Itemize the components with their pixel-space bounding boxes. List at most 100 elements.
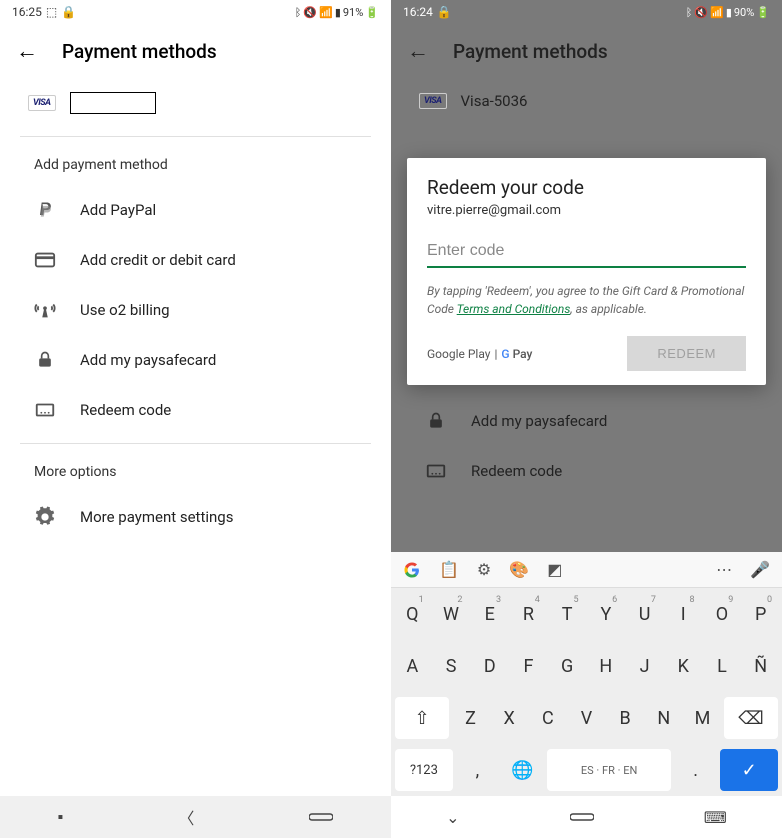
key-n[interactable]: N (647, 697, 682, 739)
key-f[interactable]: F (511, 645, 546, 687)
period-key[interactable]: . (675, 749, 716, 791)
dialog-title: Redeem your code (427, 176, 746, 199)
wifi-icon: 📶 (319, 6, 333, 19)
key-h[interactable]: H (589, 645, 624, 687)
add-paysafecard-item[interactable]: Add my paysafecard (0, 335, 391, 385)
antenna-icon (34, 299, 56, 321)
mute-icon: 🔇 (694, 6, 708, 19)
divider (20, 136, 371, 137)
list-label: Use o2 billing (80, 301, 170, 319)
key-t[interactable]: T5 (550, 593, 585, 635)
key-j[interactable]: J (627, 645, 662, 687)
nav-back-icon[interactable]: 〈 (178, 805, 194, 829)
status-time: 16:24 (403, 5, 433, 19)
nav-bar: ▪ 〈 (0, 796, 391, 838)
more-icon[interactable]: ⋯ (716, 560, 732, 579)
globe-key[interactable]: 🌐 (502, 749, 543, 791)
visa-card-row[interactable]: VISA (0, 78, 391, 128)
clipboard-icon[interactable]: 📋 (439, 560, 459, 579)
divider (20, 443, 371, 444)
gear-icon[interactable]: ⚙ (477, 560, 491, 579)
terms-link[interactable]: Terms and Conditions (457, 302, 571, 316)
nav-home-icon[interactable] (309, 812, 333, 822)
key-q[interactable]: Q1 (395, 593, 430, 635)
key-x[interactable]: X (492, 697, 527, 739)
key-d[interactable]: D (472, 645, 507, 687)
screen-left: 16:25 ⬚ 🔒 ᛒ 🔇 📶 ▮ 91% 🔋 ← Payment method… (0, 0, 391, 838)
mute-icon: 🔇 (303, 6, 317, 19)
credit-card-icon (34, 249, 56, 271)
status-bar: 16:24 🔒 ᛒ 🔇 📶 ▮ 90% 🔋 (391, 0, 782, 24)
battery-pct: 91% (343, 6, 363, 19)
gpay-label: G G PayPay (501, 347, 532, 361)
key-c[interactable]: C (530, 697, 565, 739)
dimmed-list: Add my paysafecard Redeem code (391, 396, 782, 496)
back-arrow-icon[interactable]: ← (16, 38, 38, 64)
redeem-code-item[interactable]: Redeem code (0, 385, 391, 435)
nav-keyboard-icon[interactable]: ⌨ (704, 808, 727, 827)
nav-home-icon[interactable] (570, 812, 594, 822)
signal-icon: ▮ (726, 6, 732, 19)
enter-key[interactable]: ✓ (720, 749, 778, 791)
sticker-icon[interactable]: ◩ (547, 560, 562, 579)
key-i[interactable]: I8 (666, 593, 701, 635)
list-label: Add credit or debit card (80, 251, 236, 269)
key-e[interactable]: E3 (472, 593, 507, 635)
key-u[interactable]: U7 (627, 593, 662, 635)
key-s[interactable]: S (434, 645, 469, 687)
key-w[interactable]: W2 (434, 593, 469, 635)
dialog-terms-text: By tapping 'Redeem', you agree to the Gi… (427, 282, 746, 318)
nav-bar: ⌄ ⌨ (391, 796, 782, 838)
spacebar-key[interactable]: ES · FR · EN (547, 749, 671, 791)
key-k[interactable]: K (666, 645, 701, 687)
nav-hide-keyboard-icon[interactable]: ⌄ (446, 808, 459, 827)
card-masked-box (70, 92, 156, 114)
backspace-key[interactable]: ⌫ (724, 697, 778, 739)
lock-icon (425, 410, 447, 432)
add-paypal-item[interactable]: Add PayPal (0, 185, 391, 235)
key-g[interactable]: G (550, 645, 585, 687)
key-b[interactable]: B (608, 697, 643, 739)
comma-key[interactable]: , (457, 749, 498, 791)
add-card-item[interactable]: Add credit or debit card (0, 235, 391, 285)
code-input[interactable] (427, 236, 746, 268)
status-bar: 16:25 ⬚ 🔒 ᛒ 🔇 📶 ▮ 91% 🔋 (0, 0, 391, 24)
paypal-icon (34, 199, 56, 221)
use-o2-billing-item[interactable]: Use o2 billing (0, 285, 391, 335)
divider-pipe: | (494, 347, 497, 361)
signal-icon: ▮ (335, 6, 341, 19)
dialog-email: vitre.pierre@gmail.com (427, 203, 746, 218)
numeric-key[interactable]: ?123 (395, 749, 453, 791)
header: ← Payment methods (0, 24, 391, 78)
more-payment-settings-item[interactable]: More payment settings (0, 492, 391, 542)
back-arrow-icon[interactable]: ← (407, 38, 429, 64)
redeem-button[interactable]: REDEEM (627, 336, 746, 371)
keyboard-row-3: ⇧ ZXCVBNM ⌫ (391, 692, 782, 744)
list-label: Add my paysafecard (80, 351, 216, 369)
key-r[interactable]: R4 (511, 593, 546, 635)
key-a[interactable]: A (395, 645, 430, 687)
keyboard: 📋 ⚙ 🎨 ◩ ⋯ 🎤 Q1W2E3R4T5Y6U7I8O9P0 ASDFGHJ… (391, 552, 782, 796)
lock-icon (34, 349, 56, 371)
palette-icon[interactable]: 🎨 (509, 560, 529, 579)
nav-recent-icon[interactable]: ▪ (58, 807, 64, 827)
key-l[interactable]: L (705, 645, 740, 687)
gear-icon (34, 506, 56, 528)
battery-icon: 🔋 (365, 6, 379, 19)
list-label: Add PayPal (80, 201, 156, 219)
key-p[interactable]: P0 (743, 593, 778, 635)
list-label: Redeem code (471, 462, 562, 480)
key-o[interactable]: O9 (705, 593, 740, 635)
mic-icon[interactable]: 🎤 (750, 560, 770, 579)
key-m[interactable]: M (685, 697, 720, 739)
key-ñ[interactable]: Ñ (743, 645, 778, 687)
keyboard-toolbar: 📋 ⚙ 🎨 ◩ ⋯ 🎤 (391, 552, 782, 588)
google-icon[interactable] (403, 561, 421, 579)
visa-card-row: VISA Visa-5036 (391, 78, 782, 124)
battery-icon: 🔋 (756, 6, 770, 19)
key-y[interactable]: Y6 (589, 593, 624, 635)
code-icon (34, 399, 56, 421)
shift-key[interactable]: ⇧ (395, 697, 449, 739)
key-z[interactable]: Z (453, 697, 488, 739)
key-v[interactable]: V (569, 697, 604, 739)
